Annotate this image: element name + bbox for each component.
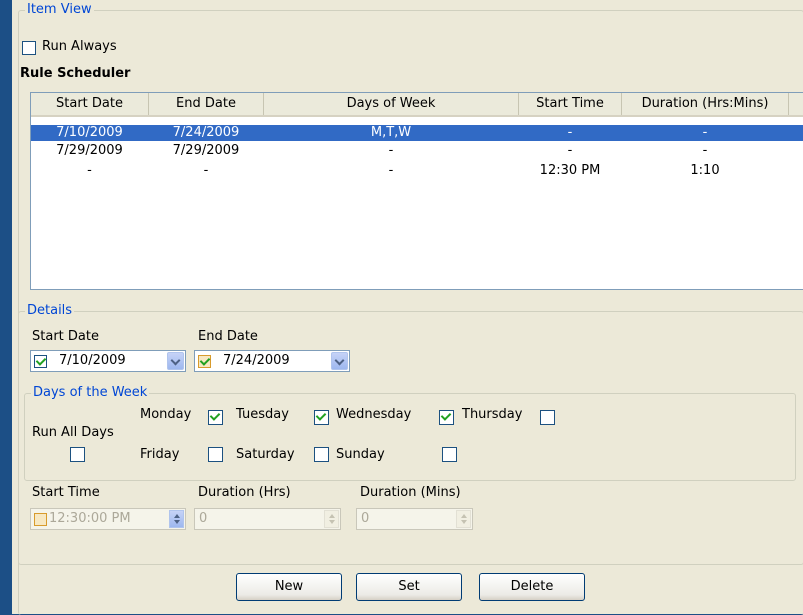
duration-hrs-input[interactable]: 0 bbox=[194, 508, 341, 530]
cell-days: - bbox=[388, 143, 394, 158]
monday-checkbox[interactable] bbox=[208, 410, 223, 425]
duration-mins-label: Duration (Mins) bbox=[360, 485, 461, 500]
cell-duration: 1:10 bbox=[690, 163, 720, 178]
cell-start-time: 12:30 PM bbox=[539, 163, 601, 178]
duration-mins-input[interactable]: 0 bbox=[356, 508, 473, 530]
cell-start-time: - bbox=[567, 143, 573, 158]
duration-hrs-value: 0 bbox=[199, 511, 208, 526]
chevron-down-icon[interactable] bbox=[461, 520, 467, 524]
item-view-legend: Item View bbox=[25, 2, 94, 18]
duration-mins-value: 0 bbox=[361, 511, 370, 526]
cell-start-date: 7/10/2009 bbox=[56, 125, 123, 140]
column-header-days-of-week[interactable]: Days of Week bbox=[264, 93, 519, 115]
start-date-value: 7/10/2009 bbox=[59, 353, 126, 368]
end-date-picker[interactable]: 7/24/2009 bbox=[194, 350, 350, 372]
thursday-label: Thursday bbox=[462, 407, 523, 422]
chevron-up-icon[interactable] bbox=[329, 514, 335, 518]
column-header-duration[interactable]: Duration (Hrs:Mins) bbox=[622, 93, 789, 115]
duration-hrs-label: Duration (Hrs) bbox=[198, 485, 291, 500]
cell-end-date: - bbox=[203, 163, 209, 178]
item-view-panel: Item View Run Always Rule Scheduler Star… bbox=[12, 0, 803, 615]
saturday-checkbox[interactable] bbox=[314, 447, 329, 462]
wednesday-label: Wednesday bbox=[336, 407, 412, 422]
run-always-checkbox[interactable] bbox=[22, 41, 36, 55]
column-header-end-date[interactable]: End Date bbox=[149, 93, 264, 115]
end-date-label: End Date bbox=[198, 329, 258, 344]
rule-scheduler-table[interactable]: Start Date End Date Days of Week Start T… bbox=[30, 92, 803, 290]
cell-start-date: 7/29/2009 bbox=[56, 143, 123, 158]
cell-duration: - bbox=[702, 143, 708, 158]
friday-checkbox[interactable] bbox=[208, 447, 223, 462]
start-time-spinner[interactable] bbox=[169, 510, 184, 528]
run-always-label: Run Always bbox=[42, 39, 117, 54]
set-button[interactable]: Set bbox=[356, 573, 462, 601]
days-of-week-legend: Days of the Week bbox=[31, 385, 150, 401]
run-all-days-checkbox[interactable] bbox=[70, 447, 85, 462]
start-time-picker[interactable]: 12:30:00 PM bbox=[30, 508, 186, 530]
start-date-label: Start Date bbox=[32, 329, 99, 344]
table-row[interactable]: 7/10/2009 7/24/2009 M,T,W - - bbox=[31, 125, 803, 141]
monday-label: Monday bbox=[140, 407, 192, 422]
start-time-label: Start Time bbox=[32, 485, 100, 500]
cell-days: - bbox=[388, 163, 394, 178]
column-header-start-time[interactable]: Start Time bbox=[519, 93, 622, 115]
duration-hrs-spinner[interactable] bbox=[324, 510, 339, 528]
delete-button[interactable]: Delete bbox=[479, 573, 585, 601]
chevron-down-icon[interactable] bbox=[329, 520, 335, 524]
table-row[interactable]: - - - 12:30 PM 1:10 bbox=[31, 163, 803, 179]
cell-duration: - bbox=[702, 125, 708, 140]
new-button[interactable]: New bbox=[236, 573, 342, 601]
start-time-value: 12:30:00 PM bbox=[49, 511, 131, 526]
cell-start-time: - bbox=[567, 125, 573, 140]
cell-days: M,T,W bbox=[370, 125, 412, 140]
end-date-value: 7/24/2009 bbox=[223, 353, 290, 368]
column-header-start-date[interactable]: Start Date bbox=[31, 93, 149, 115]
cell-end-date: 7/24/2009 bbox=[172, 125, 240, 140]
wednesday-checkbox[interactable] bbox=[439, 410, 454, 425]
thursday-checkbox[interactable] bbox=[540, 410, 555, 425]
start-date-enable-checkbox[interactable] bbox=[34, 355, 47, 368]
details-legend: Details bbox=[25, 303, 75, 319]
chevron-down-icon[interactable] bbox=[167, 352, 184, 370]
table-row[interactable]: 7/29/2009 7/29/2009 - - - bbox=[31, 143, 803, 159]
chevron-up-icon[interactable] bbox=[461, 514, 467, 518]
cell-end-date: 7/29/2009 bbox=[172, 143, 240, 158]
rule-scheduler-title: Rule Scheduler bbox=[20, 66, 131, 81]
saturday-label: Saturday bbox=[236, 447, 295, 462]
sunday-checkbox[interactable] bbox=[442, 447, 457, 462]
end-date-enable-checkbox[interactable] bbox=[198, 355, 211, 368]
duration-mins-spinner[interactable] bbox=[456, 510, 471, 528]
start-date-picker[interactable]: 7/10/2009 bbox=[30, 350, 186, 372]
table-header: Start Date End Date Days of Week Start T… bbox=[31, 93, 803, 117]
sunday-label: Sunday bbox=[336, 447, 385, 462]
chevron-up-icon[interactable] bbox=[174, 514, 180, 518]
cell-start-date: - bbox=[87, 163, 92, 178]
tuesday-label: Tuesday bbox=[236, 407, 289, 422]
run-all-days-label: Run All Days bbox=[32, 425, 114, 440]
start-time-enable-checkbox[interactable] bbox=[34, 513, 47, 526]
friday-label: Friday bbox=[140, 447, 180, 462]
chevron-down-icon[interactable] bbox=[331, 352, 348, 370]
chevron-down-icon[interactable] bbox=[174, 520, 180, 524]
tuesday-checkbox[interactable] bbox=[314, 410, 329, 425]
